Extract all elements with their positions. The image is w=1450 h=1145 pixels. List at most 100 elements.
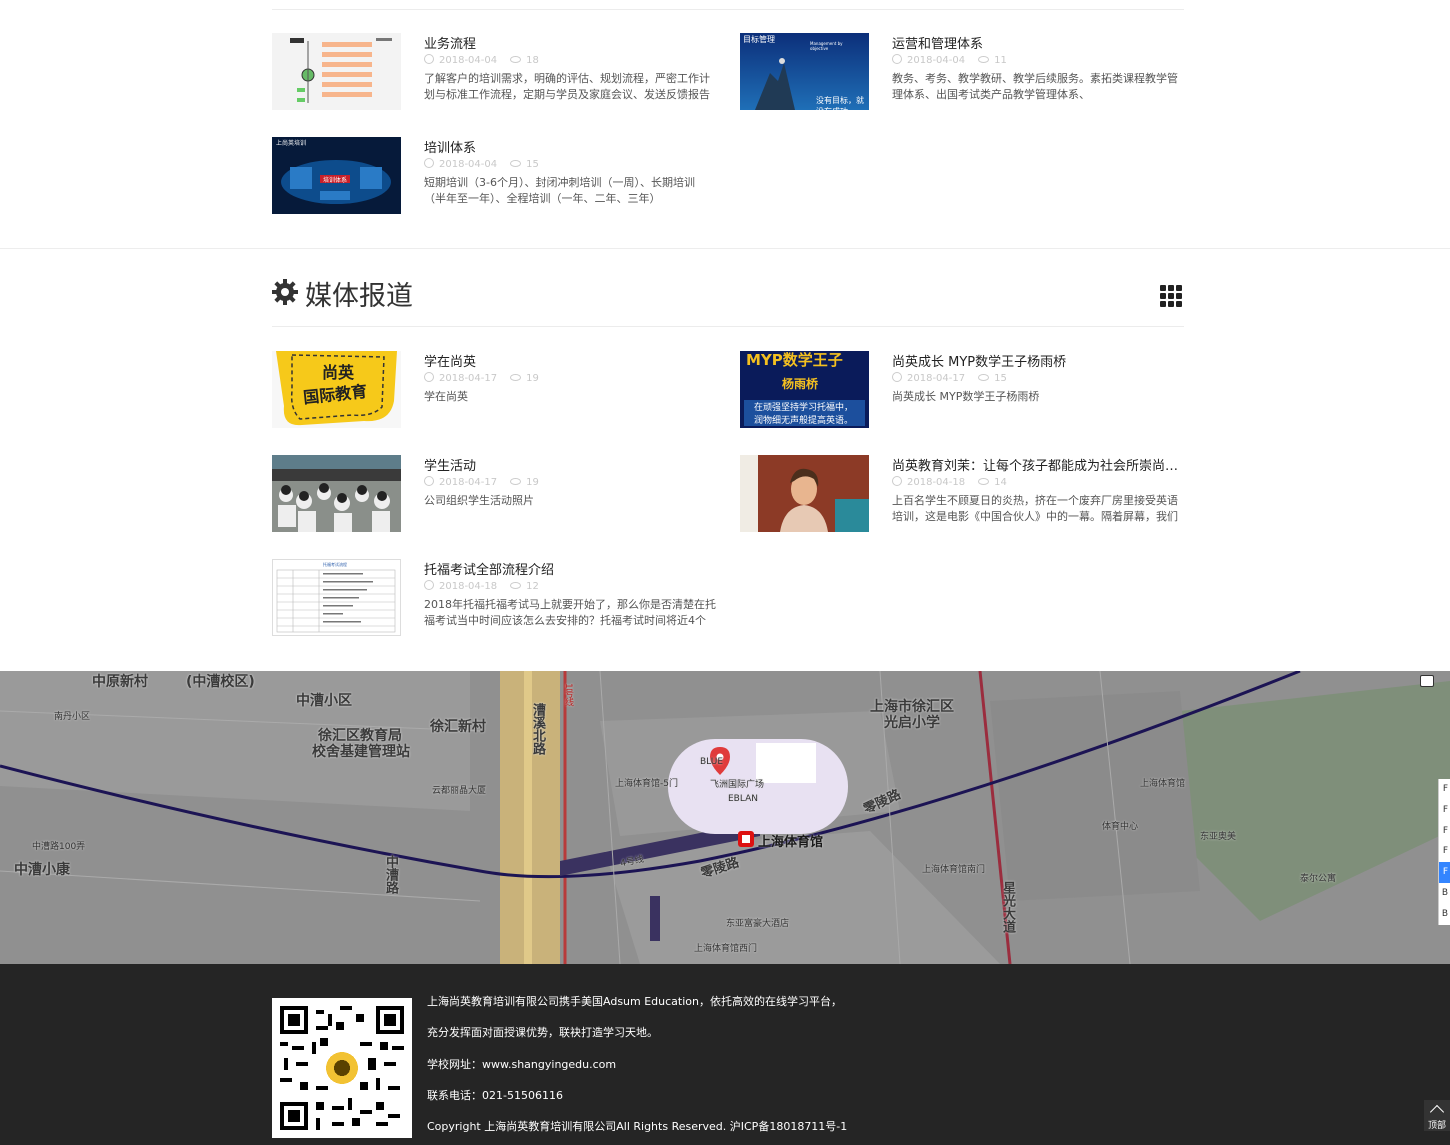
clock-icon	[424, 476, 434, 486]
thumb-caption: 没有目标，就没有成功	[816, 96, 864, 110]
article-date: 2018-04-04	[907, 55, 966, 66]
map-label: 上海体育馆南门	[922, 865, 986, 875]
article-meta: 2018-04-04 11	[892, 54, 1007, 66]
map-label: BLUE	[700, 757, 724, 767]
article-views: 15	[994, 373, 1007, 384]
qr-code	[272, 998, 412, 1138]
article-card[interactable]: 业务流程 2018-04-04 18 了解客户的培训需求，明确的评估、规划流程，严…	[272, 33, 716, 113]
article-title[interactable]: 业务流程	[424, 33, 476, 52]
map-label: 1号线	[563, 683, 573, 707]
article-thumbnail[interactable]: 上尚英培训 培训体系	[272, 137, 401, 214]
thumb-caption: 润物细无声般提高英语。	[754, 416, 854, 426]
map-label: 徐汇新村	[430, 719, 486, 735]
map-label: 上海体育馆西门	[694, 944, 758, 954]
article-card[interactable]: 上尚英培训 培训体系 培训体系 2018-04-04 15 短期培训（3-6个月）…	[272, 137, 716, 217]
clock-icon	[424, 158, 434, 168]
article-title[interactable]: 托福考试全部流程介绍	[424, 559, 554, 578]
thumb-caption: 杨雨桥	[782, 377, 819, 391]
floor-selector[interactable]: F F F F F B B	[1438, 779, 1450, 925]
map-label: (中漕校区)	[186, 674, 255, 690]
clock-icon	[424, 372, 434, 382]
footer-phone: 联系电话：021-51506116	[427, 1088, 563, 1102]
eye-icon	[978, 374, 990, 381]
footer-info: 上海尚英教育培训有限公司携手美国Adsum Education，依托高效的在线学…	[427, 994, 847, 1145]
article-thumbnail[interactable]: 托福考试流程	[272, 559, 401, 636]
article-meta: 2018-04-18 12	[424, 580, 539, 592]
map-label: 中漕路100弄	[32, 842, 86, 852]
footer-copyright: Copyright 上海尚英教育培训有限公司All Rights Reserve…	[427, 1120, 848, 1134]
clock-icon	[892, 372, 902, 382]
floor-option[interactable]: F	[1439, 862, 1450, 883]
article-date: 2018-04-17	[907, 373, 966, 384]
floor-option[interactable]: B	[1439, 883, 1450, 904]
map-label: 上海体育馆	[1140, 779, 1186, 789]
eye-icon	[510, 160, 522, 167]
article-meta: 2018-04-04 18	[424, 54, 539, 66]
article-date: 2018-04-17	[439, 373, 498, 384]
article-thumbnail[interactable]: 目标管理 Management by objective 没有目标，就没有成功	[740, 33, 869, 110]
article-title[interactable]: 尚英成长 MYP数学王子杨雨桥	[892, 351, 1066, 370]
grid-menu-icon[interactable]	[1160, 285, 1182, 307]
map-label: 中原新村	[92, 674, 148, 690]
eye-icon	[510, 374, 522, 381]
top-divider	[272, 9, 1184, 10]
footer-website[interactable]: 学校网址：www.shangyingedu.com	[427, 1057, 847, 1088]
article-thumbnail[interactable]: 尚英 国际教育	[272, 351, 401, 428]
map-label: 校舍基建管理站	[312, 744, 410, 760]
map-label: 云都丽晶大厦	[432, 786, 487, 796]
article-views: 19	[526, 477, 539, 488]
floor-option[interactable]: B	[1439, 904, 1450, 925]
article-thumbnail[interactable]	[272, 455, 401, 532]
article-desc: 学在尚英	[424, 390, 468, 403]
article-card[interactable]: 尚英 国际教育 学在尚英 2018-04-17 19 学在尚英	[272, 351, 716, 431]
footer-text: 上海尚英教育培训有限公司携手美国Adsum Education，依托高效的在线学…	[427, 995, 842, 1008]
article-card[interactable]: 学生活动 2018-04-17 19 公司组织学生活动照片	[272, 455, 716, 535]
article-title[interactable]: 学在尚英	[424, 351, 476, 370]
thumb-caption: Management by objective	[810, 41, 843, 51]
floor-option[interactable]: F	[1439, 779, 1450, 800]
back-to-top-button[interactable]: 顶部	[1424, 1100, 1450, 1131]
floor-option[interactable]: F	[1439, 841, 1450, 862]
eye-icon	[978, 478, 990, 485]
section-title: 媒体报道	[305, 281, 413, 312]
article-thumbnail[interactable]	[740, 455, 869, 532]
article-title[interactable]: 培训体系	[424, 137, 476, 156]
media-section-header: 媒体报道	[272, 274, 1184, 314]
eye-icon	[510, 478, 522, 485]
location-map[interactable]: 中原新村 (中漕校区) 中漕小区 徐汇新村 徐汇区教育局 校舍基建管理站 中漕小…	[0, 671, 1450, 964]
map-label: 星光大道	[1000, 881, 1015, 933]
article-title[interactable]: 运营和管理体系	[892, 33, 983, 52]
article-views: 19	[526, 373, 539, 384]
map-label: 上海体育馆-5门	[615, 779, 678, 789]
article-meta: 2018-04-17 15	[892, 372, 1007, 384]
article-title[interactable]: 尚英教育刘茉：让每个孩子都能成为社会所崇尚的...	[892, 455, 1184, 474]
article-thumbnail[interactable]	[272, 33, 401, 110]
article-card[interactable]: MYP数学王子 杨雨桥 在顽强坚持学习托福中， 润物细无声般提高英语。 尚英成长…	[740, 351, 1184, 431]
article-title[interactable]: 学生活动	[424, 455, 476, 474]
fullscreen-icon[interactable]	[1420, 675, 1434, 687]
map-label: 中漕路	[383, 855, 398, 894]
thumb-caption: 培训体系	[323, 177, 348, 184]
article-meta: 2018-04-18 14	[892, 476, 1007, 488]
thumb-caption: MYP数学王子	[746, 351, 843, 369]
article-views: 12	[526, 581, 539, 592]
article-date: 2018-04-18	[907, 477, 966, 488]
article-card[interactable]: 托福考试流程 托福考试全部流程介绍 2018-04-18 12 2018年托福托福…	[272, 559, 716, 639]
article-thumbnail[interactable]: MYP数学王子 杨雨桥 在顽强坚持学习托福中， 润物细无声般提高英语。	[740, 351, 869, 428]
clock-icon	[424, 580, 434, 590]
thumb-caption: 目标管理	[743, 35, 775, 44]
article-card[interactable]: 尚英教育刘茉：让每个孩子都能成为社会所崇尚的... 2018-04-18 14 上…	[740, 455, 1184, 535]
article-card[interactable]: 目标管理 Management by objective 没有目标，就没有成功 …	[740, 33, 1184, 113]
clock-icon	[424, 54, 434, 64]
gear-icon	[272, 279, 298, 305]
article-date: 2018-04-17	[439, 477, 498, 488]
map-label: 飞洲国际广场	[710, 780, 765, 790]
map-label: 东亚奥美	[1200, 832, 1237, 842]
article-desc: 2018年托福托福考试马上就要开始了，那么你是否清楚在托福考试当中时间应该怎么去…	[424, 598, 716, 627]
article-views: 14	[994, 477, 1007, 488]
map-label: EBLAN	[728, 794, 758, 804]
footer: 上海尚英教育培训有限公司携手美国Adsum Education，依托高效的在线学…	[0, 964, 1450, 1145]
floor-option[interactable]: F	[1439, 821, 1450, 842]
floor-option[interactable]: F	[1439, 800, 1450, 821]
map-label: 漕溪北路	[530, 703, 545, 755]
